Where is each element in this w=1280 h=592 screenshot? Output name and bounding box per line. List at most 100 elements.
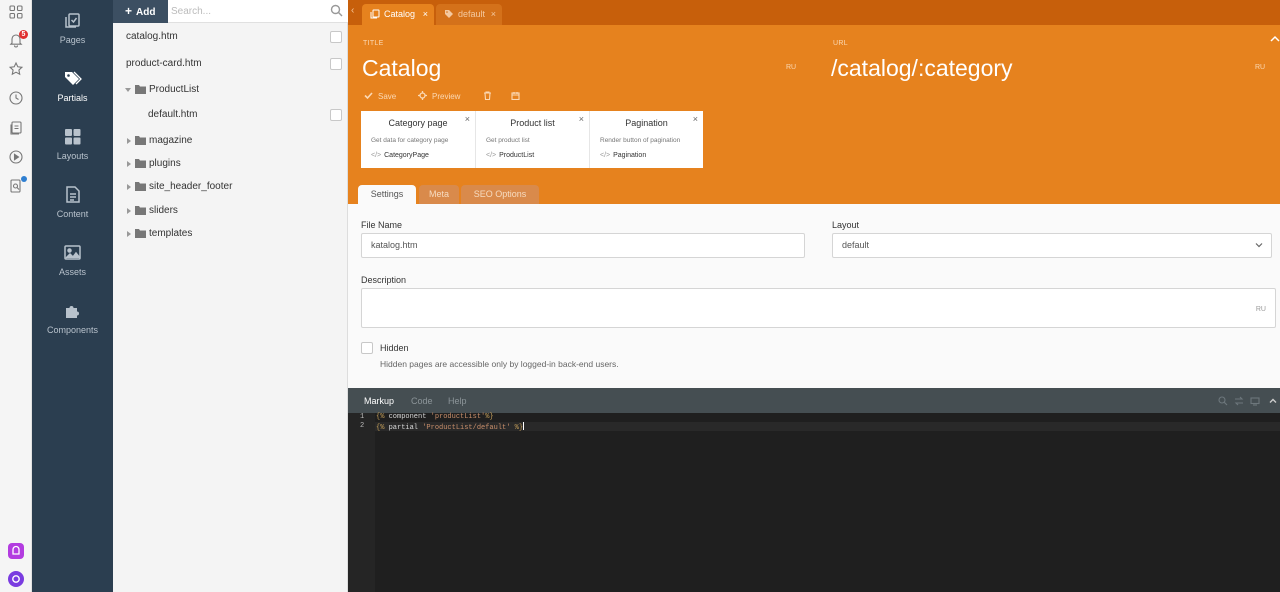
item-checkbox[interactable] [330,109,342,121]
chevron-up-icon[interactable] [1268,396,1278,406]
search-icon[interactable] [330,4,343,17]
url-language-switch[interactable]: RU [1255,64,1265,71]
document-tab-bar: ‹ Catalog × default × [348,0,1280,25]
nav-item-layouts[interactable]: Layouts [32,116,113,172]
collapse-panel-icon[interactable]: ‹ [351,5,354,16]
caret-right-icon[interactable] [126,161,132,167]
tab-markup[interactable]: Markup [364,396,394,406]
caret-right-icon[interactable] [126,184,132,190]
folder-item[interactable]: plugins [113,153,348,175]
remove-component-icon[interactable]: × [693,114,698,124]
layout-value: default [842,240,870,250]
item-checkbox[interactable] [330,58,342,70]
item-checkbox[interactable] [330,31,342,43]
tab-settings[interactable]: Settings [358,185,416,204]
tab-catalog[interactable]: Catalog × [362,4,434,25]
save-label: Save [378,92,397,101]
description-label: Description [361,275,407,285]
code-editor[interactable]: 1 2 {% component 'productList'%} {% part… [348,413,1280,592]
assistant-icon[interactable] [8,571,24,587]
replace-icon[interactable] [1234,396,1244,406]
file-name: default.htm [148,109,198,120]
app-shortcut-icon[interactable] [8,543,24,559]
nav-label: Content [56,209,89,219]
file-name-input[interactable]: katalog.htm [361,233,805,258]
layout-select[interactable]: default [832,233,1272,258]
folder-name: ProductList [149,84,200,95]
list-item[interactable]: catalog.htm [113,26,348,48]
tab-meta[interactable]: Meta [419,185,459,204]
main-editor-area: ‹ Catalog × default × TITLE Catalog RU U… [348,0,1280,592]
play-icon[interactable] [8,149,24,165]
description-textarea[interactable]: RU [361,288,1276,328]
close-tab-icon[interactable]: × [423,4,428,24]
tab-help[interactable]: Help [448,396,467,406]
folder-item[interactable]: ProductList [113,79,348,101]
folder-name: magazine [149,135,193,146]
caret-right-icon[interactable] [126,208,132,214]
code-line[interactable]: {% partial 'ProductList/default' %} [376,422,525,432]
title-field[interactable]: Catalog [362,55,441,82]
folder-name: templates [149,228,193,239]
delete-button[interactable] [483,91,497,101]
hidden-checkbox[interactable] [361,342,373,354]
component-card[interactable]: Category page × Get data for category pa… [361,111,475,168]
search-input[interactable] [171,2,321,20]
star-icon[interactable] [8,61,24,77]
folder-item[interactable]: site_header_footer [113,176,348,198]
hidden-help-text: Hidden pages are accessible only by logg… [380,359,619,369]
code-line[interactable]: {% component 'productList'%} [376,413,494,421]
schedule-button[interactable] [511,91,525,101]
title-language-switch[interactable]: RU [786,64,796,71]
remove-component-icon[interactable]: × [579,114,584,124]
file-icon [63,185,82,204]
list-item[interactable]: product-card.htm [113,53,348,75]
caret-right-icon[interactable] [126,231,132,237]
file-panel-toolbar: + Add [113,0,348,23]
partials-file-panel: +Add catalog.htm product-card.htm Produc… [113,0,348,592]
component-card[interactable]: Product list × Get product list </> Produ… [475,111,589,168]
nav-item-components[interactable]: Components [32,290,113,346]
add-button[interactable]: + Add [113,0,168,23]
preview-button[interactable]: Preview [418,91,460,101]
calendar-icon [511,91,520,100]
file-name: product-card.htm [126,58,202,69]
code-icon: </> [371,152,382,159]
folder-item[interactable]: magazine [113,130,348,152]
pages-icon [370,9,380,19]
nav-item-partials[interactable]: Partials [32,58,113,114]
title-label: TITLE [363,40,384,47]
tag-icon [444,9,454,19]
documents-icon[interactable] [8,120,24,136]
close-tab-icon[interactable]: × [491,4,496,24]
folder-name: site_header_footer [149,181,233,192]
save-button[interactable]: Save [364,91,396,101]
folder-item[interactable]: templates [113,223,348,245]
folder-icon [135,136,146,145]
list-item[interactable]: default.htm [113,104,348,126]
folder-item[interactable]: sliders [113,200,348,222]
url-field[interactable]: /catalog/:category [831,55,1013,82]
description-language-switch[interactable]: RU [1256,298,1266,321]
nav-item-pages[interactable]: Pages [32,0,113,56]
nav-item-assets[interactable]: Assets [32,232,113,288]
page-header: TITLE Catalog RU URL /catalog/:category … [348,25,1280,204]
caret-right-icon[interactable] [126,138,132,144]
caret-down-icon[interactable] [125,87,131,93]
tab-default[interactable]: default × [436,4,502,25]
apps-grid-icon[interactable] [8,4,24,20]
tab-seo-options[interactable]: SEO Options [461,185,539,204]
component-card[interactable]: Pagination × Render button of pagination… [589,111,703,168]
search-icon[interactable] [1218,396,1228,406]
component-alias: </> ProductList [486,152,534,159]
fullscreen-icon[interactable] [1250,396,1260,406]
pages-icon [63,11,82,30]
clock-icon[interactable] [8,90,24,106]
folder-icon [135,206,146,215]
code-editor-toolbar: Markup Code Help [348,388,1280,413]
chevron-up-icon[interactable] [1270,35,1280,43]
tab-code[interactable]: Code [411,396,433,406]
remove-component-icon[interactable]: × [465,114,470,124]
nav-item-content[interactable]: Content [32,174,113,230]
crosshair-icon [418,91,427,100]
